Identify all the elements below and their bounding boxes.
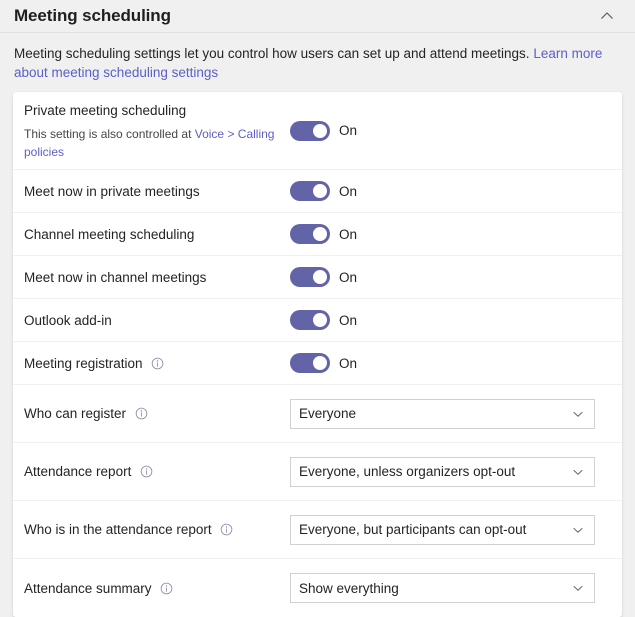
setting-row-channel-meeting-scheduling: Channel meeting scheduling On [13,213,622,256]
setting-row-attendance-report: Attendance report Everyone, unless organ… [13,443,622,501]
setting-row-meet-now-channel-meetings: Meet now in channel meetings On [13,256,622,299]
toggle-meet-now-channel-meetings[interactable] [290,267,330,287]
toggle-state-label: On [339,313,357,328]
setting-label-group: Who can register [24,404,290,423]
dropdown-value: Everyone, but participants can opt-out [299,522,526,537]
setting-sublabel: This setting is also controlled at Voice… [24,125,282,161]
setting-label-group: Private meeting scheduling This setting … [24,101,290,161]
toggle-state-label: On [339,356,357,371]
setting-label-group: Attendance summary [24,579,290,598]
setting-control: On [290,181,357,201]
chevron-up-icon [599,8,615,24]
setting-row-outlook-add-in: Outlook add-in On [13,299,622,342]
chevron-down-icon [571,465,585,479]
dropdown-value: Everyone [299,406,356,421]
toggle-state-label: On [339,270,357,285]
toggle-meeting-registration[interactable] [290,353,330,373]
section-description-text: Meeting scheduling settings let you cont… [14,46,530,61]
section-description: Meeting scheduling settings let you cont… [0,33,635,92]
info-icon[interactable] [220,523,233,536]
setting-label: Attendance summary [24,581,152,596]
dropdown-attendance-summary[interactable]: Show everything [290,573,595,603]
setting-row-meeting-registration: Meeting registration On [13,342,622,385]
setting-control: On [290,267,357,287]
setting-row-attendance-summary: Attendance summary Show everything [13,559,622,617]
chevron-down-icon [571,581,585,595]
toggle-knob [313,124,327,138]
setting-control: On [290,224,357,244]
setting-label: Outlook add-in [24,313,112,328]
toggle-knob [313,270,327,284]
setting-label: Meet now in channel meetings [24,270,206,285]
toggle-state-label: On [339,227,357,242]
dropdown-value: Show everything [299,581,399,596]
setting-label: Channel meeting scheduling [24,227,194,242]
setting-row-who-is-in-attendance-report: Who is in the attendance report Everyone… [13,501,622,559]
setting-label-group: Who is in the attendance report [24,520,290,539]
toggle-knob [313,356,327,370]
setting-label: Attendance report [24,464,131,479]
setting-label-group: Outlook add-in [24,311,290,330]
section-header: Meeting scheduling [0,0,635,33]
page-title: Meeting scheduling [14,6,171,26]
setting-control: On [290,121,357,141]
toggle-state-label: On [339,184,357,199]
dropdown-attendance-report[interactable]: Everyone, unless organizers opt-out [290,457,595,487]
setting-label: Private meeting scheduling [24,103,186,118]
toggle-knob [313,227,327,241]
setting-row-meet-now-private-meetings: Meet now in private meetings On [13,170,622,213]
dropdown-who-is-in-attendance-report[interactable]: Everyone, but participants can opt-out [290,515,595,545]
collapse-section-button[interactable] [593,2,621,30]
info-icon[interactable] [140,465,153,478]
setting-label-group: Attendance report [24,462,290,481]
info-icon[interactable] [151,357,164,370]
toggle-meet-now-private-meetings[interactable] [290,181,330,201]
toggle-state-label: On [339,123,357,138]
chevron-down-icon [571,523,585,537]
info-icon[interactable] [160,582,173,595]
setting-control: On [290,353,357,373]
chevron-down-icon [571,407,585,421]
setting-label-group: Channel meeting scheduling [24,225,290,244]
setting-row-private-meeting-scheduling: Private meeting scheduling This setting … [13,92,622,170]
setting-label-group: Meet now in private meetings [24,182,290,201]
setting-label: Meet now in private meetings [24,184,200,199]
setting-row-who-can-register: Who can register Everyone [13,385,622,443]
settings-card: Private meeting scheduling This setting … [13,92,622,617]
toggle-outlook-add-in[interactable] [290,310,330,330]
setting-label-group: Meeting registration [24,354,290,373]
toggle-knob [313,184,327,198]
info-icon[interactable] [135,407,148,420]
toggle-private-meeting-scheduling[interactable] [290,121,330,141]
toggle-channel-meeting-scheduling[interactable] [290,224,330,244]
setting-control: On [290,310,357,330]
dropdown-value: Everyone, unless organizers opt-out [299,464,515,479]
setting-label-group: Meet now in channel meetings [24,268,290,287]
setting-label: Who is in the attendance report [24,522,212,537]
dropdown-who-can-register[interactable]: Everyone [290,399,595,429]
setting-label: Meeting registration [24,356,143,371]
setting-label: Who can register [24,406,126,421]
toggle-knob [313,313,327,327]
setting-sublabel-text: This setting is also controlled at [24,127,195,141]
